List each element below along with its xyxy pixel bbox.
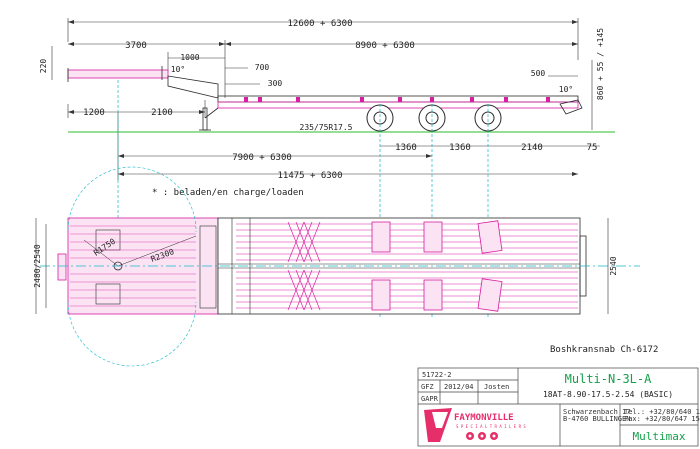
model-name: Multi-N-3L-A [565,372,652,386]
dim-kingpin-to-rear: 11475 + 6300 [277,171,342,181]
side-wheels [366,104,502,132]
dim-axle-spacing-1: 1360 [395,143,417,153]
dim-axle-spacing-2: 1360 [449,143,471,153]
wheelset-axle-2-left [423,221,443,253]
dim-kingpin-offset: 1000 [180,53,199,62]
company-fax: Fax: +32/80/647 151 [624,415,700,423]
model-spec: 18AT-8.90-17.5-2.54 (BASIC) [543,390,673,399]
dim-rear-end: 75 [587,143,598,153]
drawing-author: Josten [484,383,509,391]
wheelset-axle-1-right [371,279,391,311]
drawing-date: 2012/04 [444,383,474,391]
dim-rear-overhang: 2140 [521,143,543,153]
row-label-gfz: GFZ [421,383,434,391]
dim-gooseneck-height: 220 [39,59,48,74]
loaded-note: * : beladen/en charge/loaden [152,188,304,198]
series-name: Multimax [633,430,686,443]
company-logo: FAYMONVILLE S P E C I A L T R A I L E R … [424,408,526,442]
wheelset-axle-1-left [371,221,391,253]
wheelset-axle-3-right [477,278,503,312]
dim-gooseneck-base: 2100 [151,108,173,118]
dim-front-overhang: 1200 [83,108,105,118]
dim-overall-length: 12600 + 6300 [287,19,352,29]
trailer-drawing: 12600 + 6300 3700 8900 + 6300 220 1000 1… [33,18,700,447]
top-view-trailer [57,166,581,367]
side-deck-markers [244,97,550,102]
crane-note: Boshkransnab Ch-6172 [550,345,658,355]
wheelset-axle-2-right [423,279,443,311]
wheel-logo-icon [466,432,498,440]
company-name: FAYMONVILLE [454,413,514,423]
company-address-2: B-4760 BULLINGEN [563,415,630,423]
company-tagline: S P E C I A L T R A I L E R S [456,424,526,429]
dim-front-width: 2480/2540 [33,244,42,288]
drawing-number: 51722-2 [422,371,452,379]
dim-deck-length: 8900 + 6300 [355,41,415,51]
row-label-gapr: GAPR [421,395,439,403]
dim-rear-angle: 10° [559,85,573,94]
dim-kingpin-angle: 10° [171,65,185,74]
wheelset-axle-3-left [477,220,503,254]
dim-overall-width: 2540 [609,256,618,275]
dim-step-300: 300 [268,79,283,88]
dim-tyre-size: 235/75R17.5 [300,123,353,132]
dim-rear-500: 500 [531,69,546,78]
dim-kingpin-to-axle: 7900 + 6300 [232,153,292,163]
dim-step-700: 700 [255,63,270,72]
dim-deck-height: 860 + 55 / +145 [596,28,605,100]
dim-gooseneck-length: 3700 [125,41,147,51]
